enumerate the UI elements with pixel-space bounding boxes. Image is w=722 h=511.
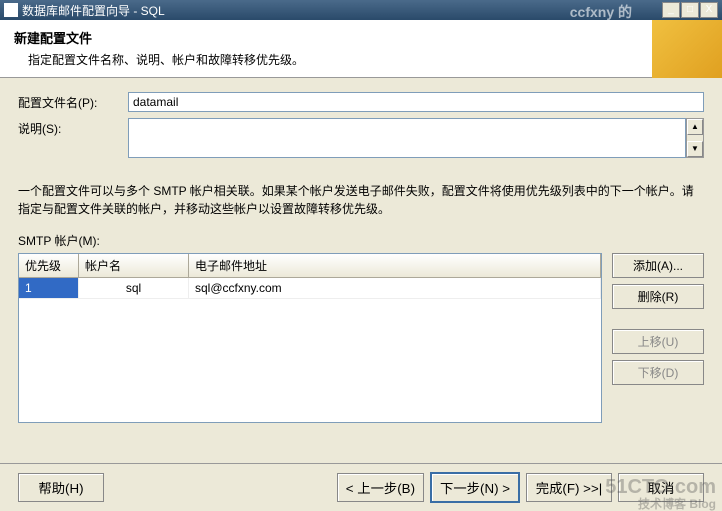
table-body: 1 sql sql@ccfxny.com xyxy=(19,278,601,422)
maximize-button[interactable]: □ xyxy=(681,2,699,18)
titlebar: 数据库邮件配置向导 - SQL _ □ X xyxy=(0,0,722,20)
table-header: 优先级 帐户名 电子邮件地址 xyxy=(19,254,601,278)
finish-button[interactable]: 完成(F) >>| xyxy=(526,473,612,502)
smtp-accounts-table: 优先级 帐户名 电子邮件地址 1 sql sql@ccfxny.com xyxy=(18,253,602,423)
move-down-button[interactable]: 下移(D) xyxy=(612,360,704,385)
cell-priority: 1 xyxy=(19,278,79,298)
header-graphic-icon xyxy=(652,20,722,78)
scroll-down-icon[interactable]: ▼ xyxy=(687,141,703,157)
remove-button[interactable]: 删除(R) xyxy=(612,284,704,309)
wizard-body: 配置文件名(P): 说明(S): ▲ ▼ 一个配置文件可以与多个 SMTP 帐户… xyxy=(0,78,722,437)
next-button[interactable]: 下一步(N) > xyxy=(430,472,520,503)
wizard-button-bar: 帮助(H) < 上一步(B) 下一步(N) > 完成(F) >>| 取消 xyxy=(0,463,722,511)
side-buttons: 添加(A)... 删除(R) 上移(U) 下移(D) xyxy=(612,253,704,423)
col-email[interactable]: 电子邮件地址 xyxy=(189,254,601,277)
description-input[interactable] xyxy=(128,118,686,158)
page-title: 新建配置文件 xyxy=(14,28,708,47)
window-title: 数据库邮件配置向导 - SQL xyxy=(22,2,165,19)
move-up-button[interactable]: 上移(U) xyxy=(612,329,704,354)
description-scrollbar[interactable]: ▲ ▼ xyxy=(686,118,704,158)
scroll-up-icon[interactable]: ▲ xyxy=(687,119,703,135)
col-priority[interactable]: 优先级 xyxy=(19,254,79,277)
close-button[interactable]: X xyxy=(700,2,718,18)
help-button[interactable]: 帮助(H) xyxy=(18,473,104,502)
minimize-button[interactable]: _ xyxy=(662,2,680,18)
profile-name-input[interactable] xyxy=(128,92,704,112)
add-button[interactable]: 添加(A)... xyxy=(612,253,704,278)
profile-name-label: 配置文件名(P): xyxy=(18,92,128,111)
description-label: 说明(S): xyxy=(18,118,128,137)
cell-email: sql@ccfxny.com xyxy=(189,278,601,298)
col-account[interactable]: 帐户名 xyxy=(79,254,189,277)
wizard-header: 新建配置文件 指定配置文件名称、说明、帐户和故障转移优先级。 xyxy=(0,20,722,78)
page-subtitle: 指定配置文件名称、说明、帐户和故障转移优先级。 xyxy=(28,51,708,68)
table-row[interactable]: 1 sql sql@ccfxny.com xyxy=(19,278,601,299)
back-button[interactable]: < 上一步(B) xyxy=(337,473,424,502)
info-text: 一个配置文件可以与多个 SMTP 帐户相关联。如果某个帐户发送电子邮件失败，配置… xyxy=(18,182,704,218)
cancel-button[interactable]: 取消 xyxy=(618,473,704,502)
app-icon xyxy=(4,3,18,17)
smtp-section-label: SMTP 帐户(M): xyxy=(18,232,704,249)
cell-account: sql xyxy=(79,278,189,298)
